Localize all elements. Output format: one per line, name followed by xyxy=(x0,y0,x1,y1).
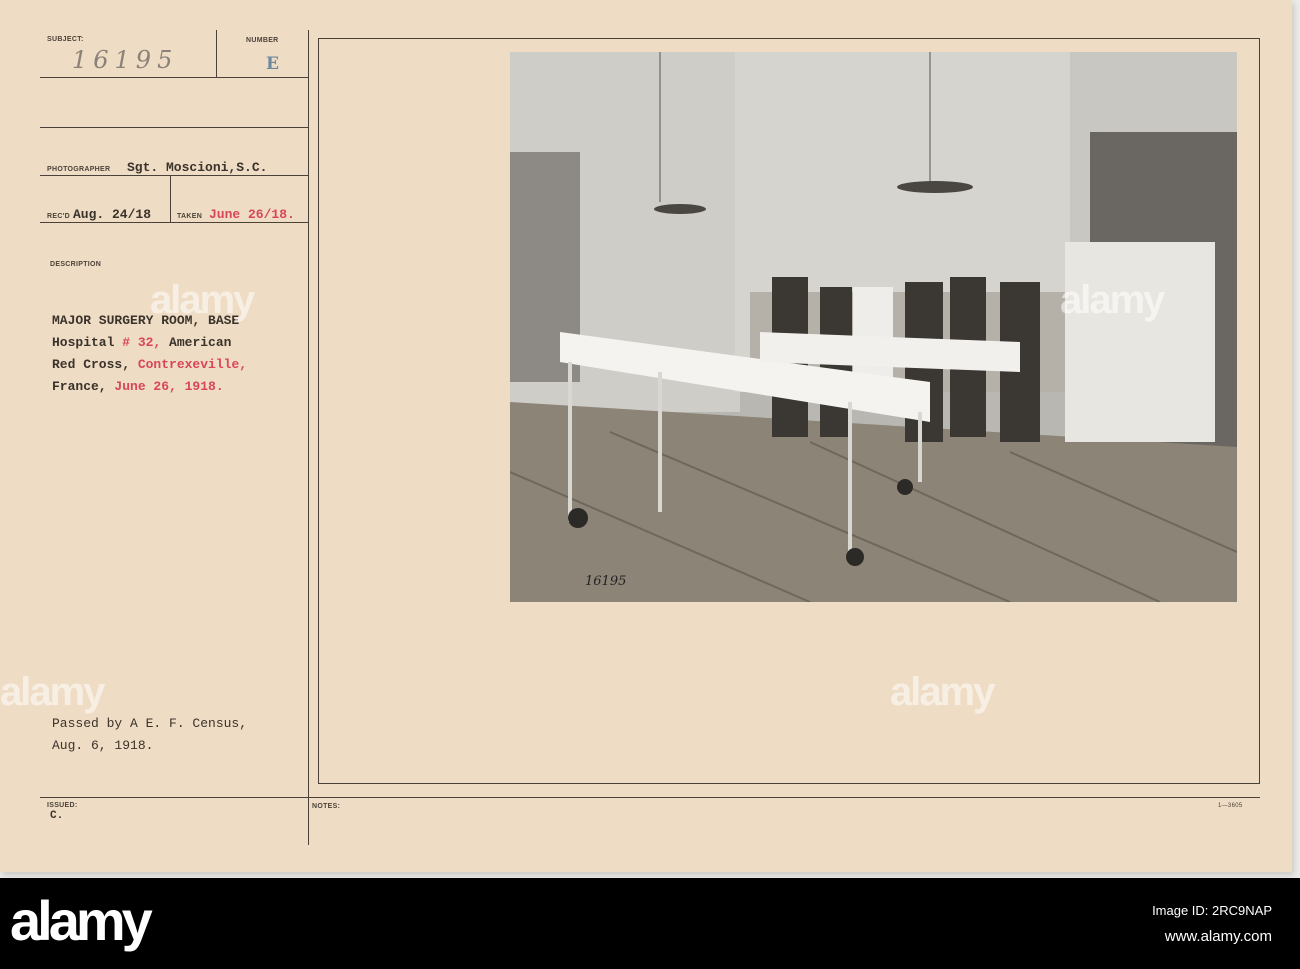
photo-illustration xyxy=(510,52,1237,602)
rule xyxy=(40,222,308,223)
issued-label: ISSUED: xyxy=(47,802,78,809)
alamy-logo: alamy xyxy=(10,889,153,952)
column-divider xyxy=(308,30,309,845)
rule xyxy=(40,797,1260,798)
surgery-room-photo: 16195 xyxy=(510,52,1237,602)
archive-photo-card: SUBJECT: 16195 NUMBER E PHOTOGRAPHER Sgt… xyxy=(0,0,1292,872)
photo-number: 16195 xyxy=(585,574,627,589)
subject-number-divider xyxy=(216,30,217,77)
description-line: Hospital # 32, American xyxy=(52,335,232,350)
number-value: E xyxy=(266,54,279,74)
notes-label: NOTES: xyxy=(312,803,341,810)
censor-line-1: Passed by A E. F. Census, xyxy=(52,716,248,731)
rule xyxy=(40,175,308,176)
subject-label: SUBJECT: xyxy=(47,36,84,43)
description-line: France, June 26, 1918. xyxy=(52,379,224,394)
censor-line-2: Aug. 6, 1918. xyxy=(52,738,154,753)
description-line: Red Cross, Contrexeville, xyxy=(52,357,248,372)
taken-label: TAKEN xyxy=(177,213,203,220)
watermark: alamy xyxy=(150,278,255,322)
form-number: 1—3605 xyxy=(1218,803,1243,809)
image-id: Image ID: 2RC9NAP xyxy=(1152,903,1272,918)
watermark: alamy xyxy=(0,670,105,714)
recd-value: Aug. 24/18 xyxy=(73,207,152,222)
rule xyxy=(40,127,308,128)
recd-taken-divider xyxy=(170,175,171,222)
subject-value: 16195 xyxy=(72,46,179,74)
photographer-value: Sgt. Moscioni,S.C. xyxy=(127,160,268,175)
taken-value: June 26/18. xyxy=(209,207,295,222)
rule xyxy=(40,77,308,78)
watermark: alamy xyxy=(1060,278,1165,322)
watermark: alamy xyxy=(890,670,995,714)
alamy-url[interactable]: www.alamy.com xyxy=(1165,928,1272,945)
photographer-label: PHOTOGRAPHER xyxy=(47,166,111,173)
issued-value: C. xyxy=(50,810,64,822)
stock-footer: alamy Image ID: 2RC9NAP www.alamy.com xyxy=(0,878,1300,969)
number-label: NUMBER xyxy=(246,37,279,44)
description-label: DESCRIPTION xyxy=(50,261,102,268)
recd-label: REC'D xyxy=(47,213,70,220)
